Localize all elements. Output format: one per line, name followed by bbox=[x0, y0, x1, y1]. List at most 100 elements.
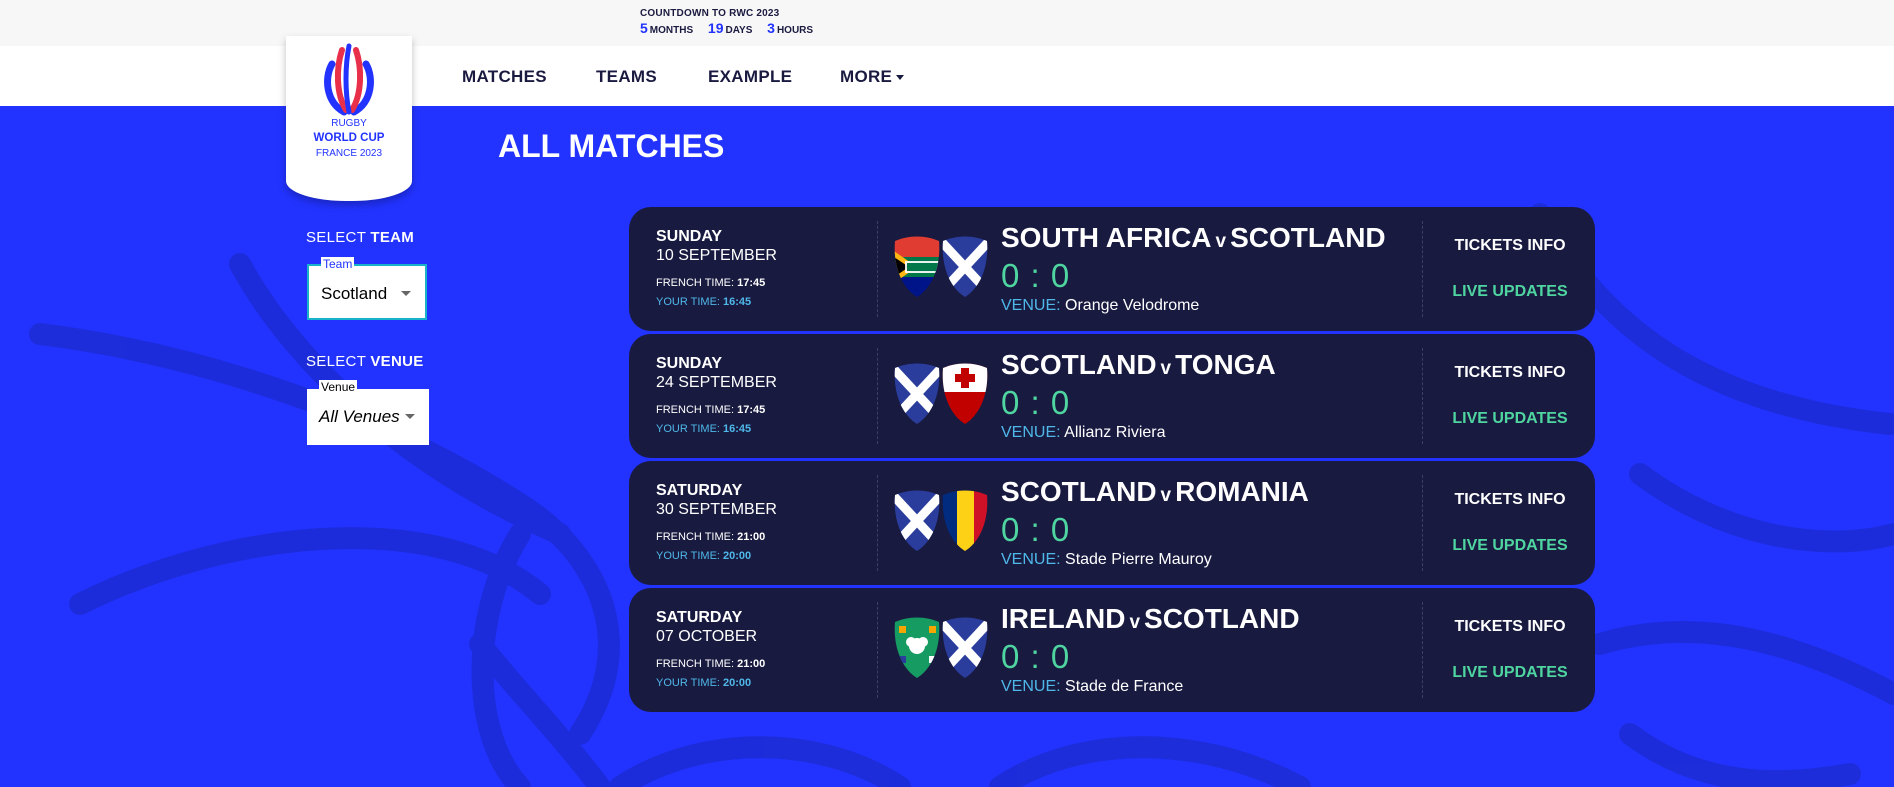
match-teams: SCOTLAND v ROMANIA bbox=[1001, 476, 1309, 508]
your-time: YOUR TIME: 20:00 bbox=[656, 677, 751, 689]
countdown-months-unit: MONTHS bbox=[649, 25, 694, 36]
ireland-flag-icon bbox=[894, 617, 940, 678]
venue-label: VENUE: bbox=[1001, 551, 1066, 568]
logo-text: RUGBY WORLD CUP FRANCE 2023 bbox=[286, 116, 412, 161]
romania-flag-icon bbox=[942, 490, 988, 551]
venue-name: Orange Velodrome bbox=[1065, 297, 1200, 314]
venue-name: Stade Pierre Mauroy bbox=[1065, 551, 1212, 568]
venue-label: VENUE: bbox=[1001, 297, 1066, 314]
logo-line-rugby: RUGBY bbox=[331, 118, 367, 129]
french-time-label: FRENCH TIME: bbox=[656, 531, 738, 543]
countdown-hours-unit: HOURS bbox=[776, 25, 814, 36]
countdown-title: COUNTDOWN TO RWC 2023 bbox=[640, 8, 780, 19]
match-date: 07 OCTOBER bbox=[656, 628, 758, 645]
scotland-flag-icon bbox=[894, 363, 940, 424]
countdown: COUNTDOWN TO RWC 2023 5 MONTHS 19 DAYS 3 HO… bbox=[640, 8, 825, 36]
away-team: SCOTLAND bbox=[1144, 603, 1300, 634]
scotland-flag-icon bbox=[894, 490, 940, 551]
versus: v bbox=[1129, 612, 1141, 633]
match-card: SATURDAY 30 SEPTEMBER FRENCH TIME: 21:00… bbox=[629, 461, 1595, 585]
venue-label: VENUE: bbox=[1001, 678, 1066, 695]
venue-select-arrow-icon bbox=[405, 414, 415, 419]
your-time-value: 20:00 bbox=[723, 677, 752, 689]
select-venue-label: SELECT VENUE bbox=[306, 353, 424, 370]
match-score: 0 : 0 bbox=[1001, 384, 1071, 421]
your-time-label: YOUR TIME: bbox=[656, 677, 724, 689]
divider bbox=[1422, 348, 1423, 444]
rwc-logo[interactable]: RUGBY WORLD CUP FRANCE 2023 bbox=[286, 36, 412, 201]
divider bbox=[877, 602, 878, 698]
match-venue: VENUE: Orange Velodrome bbox=[1001, 297, 1199, 315]
nav-matches[interactable]: MATCHES bbox=[462, 67, 547, 87]
versus: v bbox=[1160, 358, 1172, 379]
venue-select-legend: Venue bbox=[319, 380, 358, 394]
divider bbox=[1422, 602, 1423, 698]
match-score: 0 : 0 bbox=[1001, 257, 1071, 294]
countdown-bar: COUNTDOWN TO RWC 2023 5 MONTHS 19 DAYS 3 HO… bbox=[0, 0, 1894, 46]
nav-more-dropdown[interactable]: MORE bbox=[840, 67, 905, 87]
your-time-label: YOUR TIME: bbox=[656, 550, 724, 562]
team-select-legend: Team bbox=[321, 257, 355, 271]
french-time-label: FRENCH TIME: bbox=[656, 277, 738, 289]
match-score: 0 : 0 bbox=[1001, 638, 1071, 675]
home-team: SCOTLAND bbox=[1001, 349, 1157, 380]
french-time-label: FRENCH TIME: bbox=[656, 404, 738, 416]
match-day: SUNDAY bbox=[656, 355, 723, 372]
french-time-label: FRENCH TIME: bbox=[656, 658, 738, 670]
countdown-days-unit: DAYS bbox=[725, 25, 753, 36]
live-updates-link[interactable]: LIVE UPDATES bbox=[1445, 410, 1575, 428]
away-team: ROMANIA bbox=[1175, 476, 1309, 507]
match-date: 24 SEPTEMBER bbox=[656, 374, 777, 391]
tickets-info-link[interactable]: TICKETS INFO bbox=[1445, 237, 1575, 255]
scotland-flag-icon bbox=[942, 236, 988, 297]
scotland-flag-icon bbox=[942, 617, 988, 678]
select-team-label: SELECT TEAM bbox=[306, 229, 414, 246]
match-teams: SCOTLAND v TONGA bbox=[1001, 349, 1276, 381]
french-time-value: 17:45 bbox=[737, 277, 766, 289]
venue-select-value: All Venues bbox=[319, 407, 400, 426]
match-venue: VENUE: Allianz Riviera bbox=[1001, 424, 1166, 442]
your-time-value: 16:45 bbox=[723, 296, 752, 308]
select-team-strong: TEAM bbox=[370, 229, 415, 246]
your-time-value: 20:00 bbox=[723, 550, 752, 562]
french-time: FRENCH TIME: 17:45 bbox=[656, 277, 765, 289]
venue-label: VENUE: bbox=[1001, 424, 1065, 441]
match-day: SATURDAY bbox=[656, 609, 743, 626]
match-teams: IRELAND v SCOTLAND bbox=[1001, 603, 1300, 635]
your-time: YOUR TIME: 16:45 bbox=[656, 423, 751, 435]
nav-example[interactable]: EXAMPLE bbox=[708, 67, 792, 87]
caret-down-icon bbox=[896, 75, 905, 81]
live-updates-link[interactable]: LIVE UPDATES bbox=[1445, 664, 1575, 682]
match-day: SUNDAY bbox=[656, 228, 723, 245]
match-score: 0 : 0 bbox=[1001, 511, 1071, 548]
select-team-prefix: SELECT bbox=[306, 229, 371, 246]
tickets-info-link[interactable]: TICKETS INFO bbox=[1445, 618, 1575, 636]
live-updates-link[interactable]: LIVE UPDATES bbox=[1445, 283, 1575, 301]
rwc-trophy-logo-icon bbox=[324, 43, 374, 116]
your-time-label: YOUR TIME: bbox=[656, 296, 724, 308]
divider bbox=[1422, 221, 1423, 317]
team-select[interactable]: Team Scotland bbox=[307, 257, 427, 320]
match-card: SATURDAY 07 OCTOBER FRENCH TIME: 21:00 Y… bbox=[629, 588, 1595, 712]
live-updates-link[interactable]: LIVE UPDATES bbox=[1445, 537, 1575, 555]
versus: v bbox=[1215, 231, 1227, 252]
home-team: IRELAND bbox=[1001, 603, 1126, 634]
versus: v bbox=[1160, 485, 1172, 506]
venue-select[interactable]: Venue All Venues bbox=[307, 380, 429, 445]
nav-teams[interactable]: TEAMS bbox=[596, 67, 657, 87]
match-card: SUNDAY 24 SEPTEMBER FRENCH TIME: 17:45 Y… bbox=[629, 334, 1595, 458]
divider bbox=[1422, 475, 1423, 571]
select-venue-strong: VENUE bbox=[370, 353, 424, 370]
match-date: 30 SEPTEMBER bbox=[656, 501, 777, 518]
tickets-info-link[interactable]: TICKETS INFO bbox=[1445, 491, 1575, 509]
logo-line-world-cup: WORLD CUP bbox=[313, 132, 385, 144]
venue-name: Allianz Riviera bbox=[1064, 424, 1166, 441]
match-day: SATURDAY bbox=[656, 482, 743, 499]
countdown-values: 5 MONTHS 19 DAYS 3 HOURS bbox=[640, 20, 825, 36]
french-time: FRENCH TIME: 17:45 bbox=[656, 404, 765, 416]
nav-more-label: MORE bbox=[840, 67, 893, 86]
tickets-info-link[interactable]: TICKETS INFO bbox=[1445, 364, 1575, 382]
home-team: SOUTH AFRICA bbox=[1001, 222, 1212, 253]
match-date: 10 SEPTEMBER bbox=[656, 247, 777, 264]
divider bbox=[877, 348, 878, 444]
